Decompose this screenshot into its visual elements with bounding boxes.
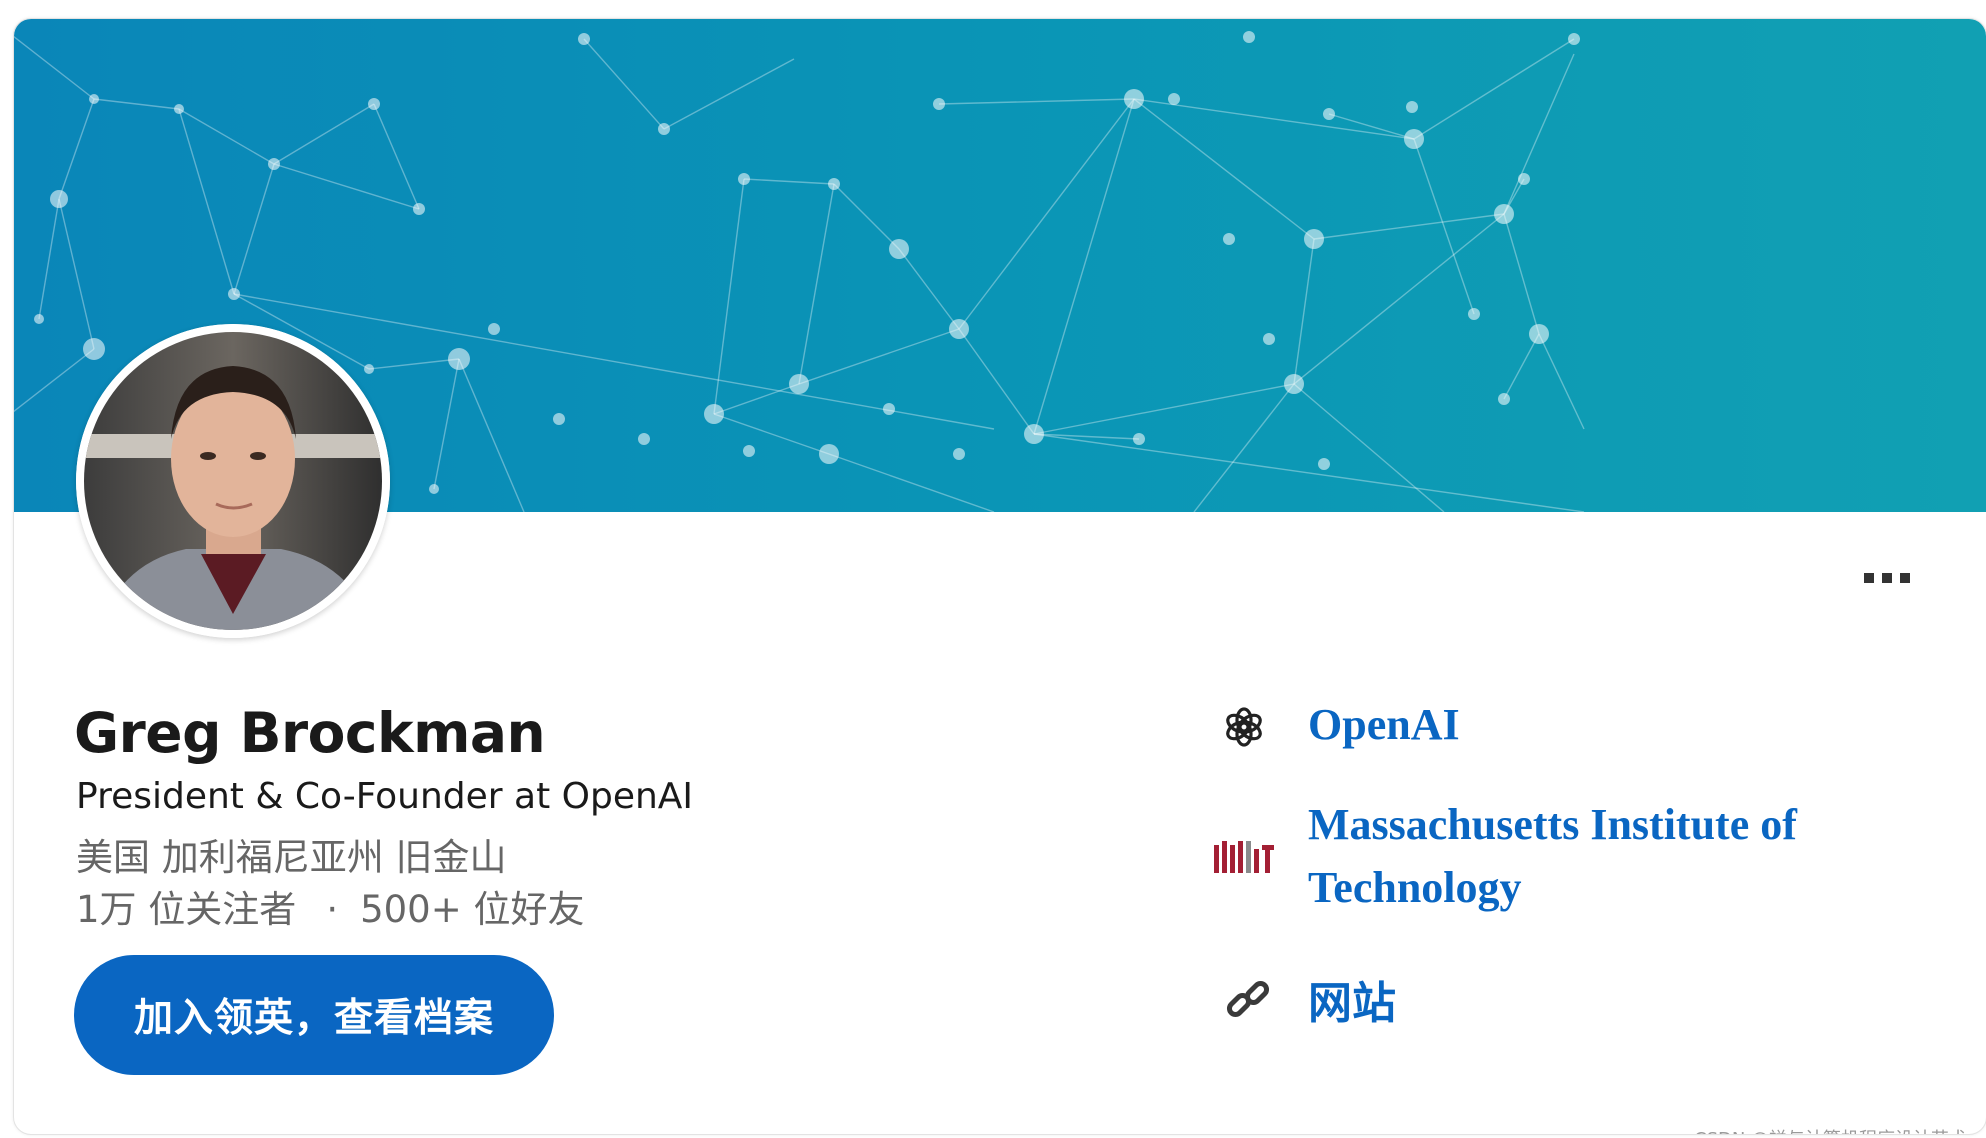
more-dot <box>1900 573 1910 583</box>
profile-name: Greg Brockman <box>74 701 546 765</box>
openai-logo-icon <box>1222 705 1266 753</box>
avatar[interactable] <box>76 324 390 638</box>
mit-logo-icon <box>1214 837 1274 881</box>
school-name-line1: Massachusetts Institute of <box>1308 800 1797 849</box>
profile-headline: President & Co-Founder at OpenAI <box>76 776 694 817</box>
stats-separator: · <box>326 888 339 931</box>
website-link[interactable]: 网站 <box>1308 967 1396 1031</box>
followers-count[interactable]: 1万 位关注者 <box>76 888 296 931</box>
profile-stats: 1万 位关注者 · 500+ 位好友 <box>76 879 584 933</box>
connections-count[interactable]: 500+ 位好友 <box>360 888 584 931</box>
more-dot <box>1864 573 1874 583</box>
profile-location: 美国 加利福尼亚州 旧金山 <box>76 836 507 879</box>
company-link[interactable]: OpenAI <box>1308 699 1460 750</box>
school-link[interactable]: Massachusetts Institute of Technology <box>1308 799 1797 913</box>
link-icon <box>1224 975 1272 1027</box>
watermark: CSDN @禅与计算机程序设计艺术 <box>1694 1125 1967 1134</box>
more-options-button[interactable] <box>1864 559 1928 595</box>
profile-card: Greg Brockman President & Co-Founder at … <box>13 18 1986 1135</box>
school-name-line2: Technology <box>1308 863 1522 912</box>
join-linkedin-button[interactable]: 加入领英，查看档案 <box>74 955 554 1075</box>
more-dot <box>1882 573 1892 583</box>
